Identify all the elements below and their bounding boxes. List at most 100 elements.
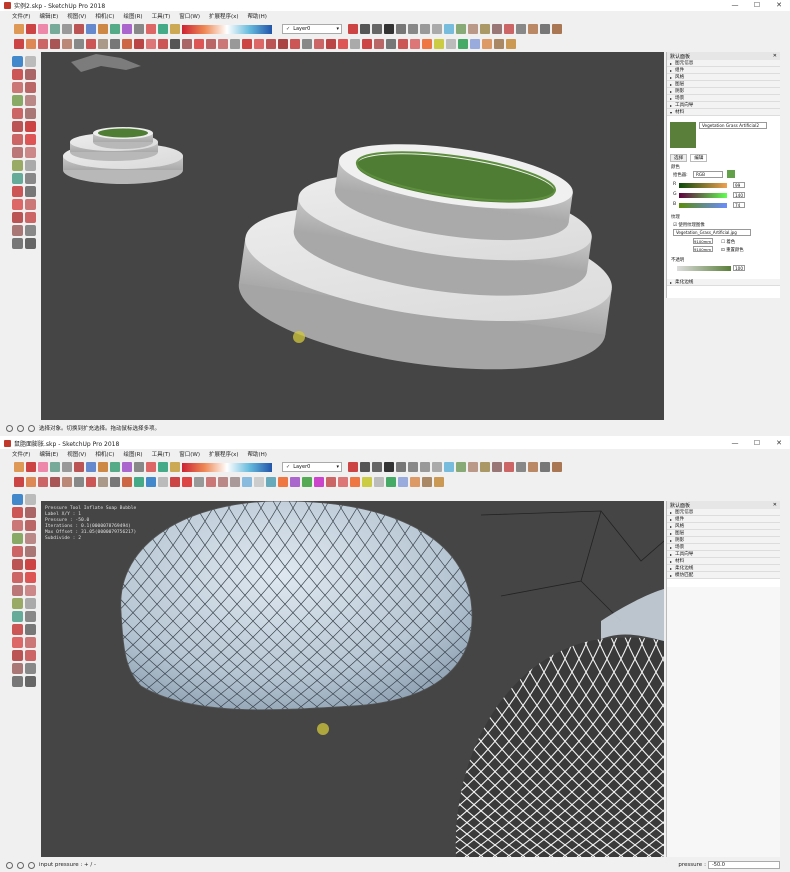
- toolbar-icon[interactable]: [50, 39, 60, 49]
- toolbar-icon[interactable]: [348, 462, 358, 472]
- toolbar-icon[interactable]: [218, 39, 228, 49]
- toolbar-icon[interactable]: [86, 24, 96, 34]
- toolbar-icon[interactable]: [122, 462, 132, 472]
- toolbar-icon[interactable]: [110, 462, 120, 472]
- previous-view-tool-icon[interactable]: [25, 663, 36, 674]
- protractor-tool-icon[interactable]: [12, 173, 23, 184]
- toolbar-icon[interactable]: [50, 24, 60, 34]
- geo-location-icon[interactable]: [6, 424, 13, 432]
- circle-tool-icon[interactable]: [12, 533, 23, 544]
- menu-help[interactable]: 帮助(H): [248, 450, 267, 458]
- rotate-tool-icon[interactable]: [12, 572, 23, 583]
- pie-tool-icon[interactable]: [25, 108, 36, 119]
- toolbar-icon[interactable]: [372, 462, 382, 472]
- toolbar-icon[interactable]: [456, 24, 466, 34]
- toolbar-icon[interactable]: [86, 477, 96, 487]
- select-tool-icon[interactable]: [12, 494, 23, 505]
- toolbar-icon[interactable]: [540, 462, 550, 472]
- g-value-field[interactable]: 140: [733, 192, 745, 198]
- toolbar-icon[interactable]: [468, 24, 478, 34]
- zoom-window-tool-icon[interactable]: [25, 212, 36, 223]
- freehand-tool-icon[interactable]: [25, 69, 36, 80]
- toolbar-icon[interactable]: [74, 39, 84, 49]
- toolbar-icon[interactable]: [374, 477, 384, 487]
- credits-icon[interactable]: [17, 861, 24, 869]
- rectangle-tool-icon[interactable]: [12, 82, 23, 93]
- arc-tool-icon[interactable]: [12, 108, 23, 119]
- zoom-tool-icon[interactable]: [12, 212, 23, 223]
- toolbar-icon[interactable]: [552, 24, 562, 34]
- toolbar-icon[interactable]: [480, 24, 490, 34]
- measurements-box[interactable]: -50.0: [708, 861, 780, 869]
- credits-icon[interactable]: [17, 424, 24, 432]
- toolbar-icon[interactable]: [98, 24, 108, 34]
- toolbar-icon[interactable]: [290, 477, 300, 487]
- menu-camera[interactable]: 相机(C): [95, 450, 114, 458]
- toolbar-icon[interactable]: [14, 477, 24, 487]
- toolbar-icon[interactable]: [110, 24, 120, 34]
- toolbar-icon[interactable]: [552, 462, 562, 472]
- walk-tool-icon[interactable]: [25, 676, 36, 687]
- zoom-window-tool-icon[interactable]: [25, 650, 36, 661]
- toolbar-icon[interactable]: [372, 24, 382, 34]
- close-icon[interactable]: ✕: [773, 502, 777, 508]
- toolbar-icon[interactable]: [516, 24, 526, 34]
- tray-row-styles[interactable]: ▸ 风格: [667, 523, 780, 530]
- tray-row-scenes[interactable]: ▸ 场景: [667, 95, 780, 102]
- toolbar-icon[interactable]: [110, 477, 120, 487]
- toolbar-icon[interactable]: [446, 39, 456, 49]
- select-tool-icon[interactable]: [12, 56, 23, 67]
- tray-row-entity-info[interactable]: ▸ 图元信息: [667, 60, 780, 67]
- toolbar-icon[interactable]: [62, 39, 72, 49]
- toolbar-icon[interactable]: [302, 39, 312, 49]
- toolbar-icon[interactable]: [482, 39, 492, 49]
- toolbar-icon[interactable]: [182, 477, 192, 487]
- toolbar-icon[interactable]: [506, 39, 516, 49]
- toolbar-icon[interactable]: [86, 462, 96, 472]
- tape-measure-tool-icon[interactable]: [12, 598, 23, 609]
- toolbar-icon[interactable]: [254, 477, 264, 487]
- toolbar-icon[interactable]: [540, 24, 550, 34]
- toolbar-icon[interactable]: [420, 24, 430, 34]
- toolbar-icon[interactable]: [26, 24, 36, 34]
- model-viewport[interactable]: Pressure Tool Inflate Soap Bubble Label …: [41, 501, 664, 857]
- toolbar-icon[interactable]: [408, 462, 418, 472]
- menu-draw[interactable]: 绘图(R): [123, 450, 142, 458]
- toolbar-icon[interactable]: [38, 477, 48, 487]
- toolbar-icon[interactable]: [468, 462, 478, 472]
- toolbar-icon[interactable]: [98, 462, 108, 472]
- position-camera-tool-icon[interactable]: [12, 238, 23, 249]
- menu-extensions[interactable]: 扩展程序(x): [209, 12, 239, 20]
- menu-window[interactable]: 窗口(W): [179, 12, 200, 20]
- scale-tool-icon[interactable]: [12, 585, 23, 596]
- material-swatch[interactable]: [670, 122, 696, 148]
- minimize-icon[interactable]: —: [730, 439, 740, 447]
- toolbar-icon[interactable]: [314, 39, 324, 49]
- push-pull-tool-icon[interactable]: [25, 121, 36, 132]
- layer-dropdown[interactable]: ✓ Layer0 ▾: [282, 24, 342, 34]
- blue-slider[interactable]: [679, 203, 727, 208]
- toolbar-icon[interactable]: [242, 477, 252, 487]
- texture-height-field[interactable]: 9100mm: [693, 246, 713, 252]
- toolbar-icon[interactable]: [374, 39, 384, 49]
- red-slider[interactable]: [679, 183, 727, 188]
- tab-select[interactable]: 选择: [670, 154, 688, 162]
- toolbar-icon[interactable]: [456, 462, 466, 472]
- toolbar-icon[interactable]: [50, 477, 60, 487]
- toolbar-icon[interactable]: [158, 462, 168, 472]
- toolbar-icon[interactable]: [494, 39, 504, 49]
- line-tool-icon[interactable]: [12, 507, 23, 518]
- tray-row-soften-edges[interactable]: ▸ 柔化边线: [667, 279, 780, 286]
- toolbar-icon[interactable]: [182, 39, 192, 49]
- green-slider[interactable]: [679, 193, 727, 198]
- tab-edit[interactable]: 编辑: [690, 154, 708, 162]
- protractor-tool-icon[interactable]: [12, 611, 23, 622]
- toolbar-icon[interactable]: [290, 39, 300, 49]
- push-pull-tool-icon[interactable]: [25, 559, 36, 570]
- rotate-tool-icon[interactable]: [12, 134, 23, 145]
- toolbar-icon[interactable]: [360, 462, 370, 472]
- toolbar-icon[interactable]: [410, 39, 420, 49]
- toolbar-icon[interactable]: [206, 39, 216, 49]
- toolbar-icon[interactable]: [254, 39, 264, 49]
- menu-draw[interactable]: 绘图(R): [123, 12, 142, 20]
